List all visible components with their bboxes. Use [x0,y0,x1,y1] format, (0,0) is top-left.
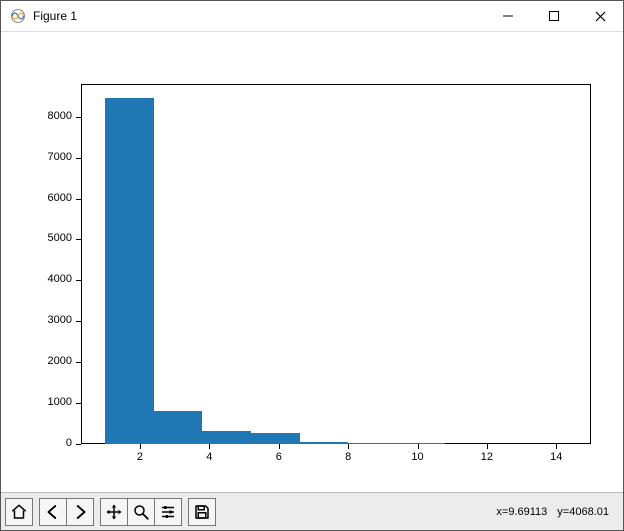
ytick-mark [76,239,81,240]
histogram-bar [348,443,397,444]
coord-x-value: 9.69113 [508,506,547,518]
save-button[interactable] [188,498,216,526]
maximize-button[interactable] [531,1,577,31]
home-button[interactable] [5,498,33,526]
xtick-label: 2 [137,451,143,463]
axes-frame [81,84,591,444]
ytick-label: 1000 [48,396,72,408]
ytick-mark [76,117,81,118]
ytick-label: 0 [66,437,72,449]
ytick-mark [76,444,81,445]
app-icon [9,7,27,25]
histogram-bar [300,442,349,444]
cursor-y-readout: y=4068.01 [557,506,609,518]
xtick-mark [348,444,349,449]
coord-y-label: y= [557,506,569,518]
ytick-mark [76,158,81,159]
histogram-bar [105,98,154,444]
figure-window: Figure 1 0 1000 2000 3000 4000 5000 6000 7000 80… [0,0,624,531]
histogram-bar [251,433,300,444]
xtick-mark [556,444,557,449]
histogram-bar [154,411,203,444]
ytick-label: 5000 [48,232,72,244]
ytick-label: 6000 [48,192,72,204]
xtick-label: 4 [206,451,212,463]
ytick-label: 3000 [48,314,72,326]
ytick-label: 7000 [48,151,72,163]
xtick-label: 10 [411,451,423,463]
ytick-mark [76,199,81,200]
titlebar: Figure 1 [1,1,623,32]
figure-canvas[interactable]: 0 1000 2000 3000 4000 5000 6000 7000 8000 2 4 6 8 10… [1,32,623,492]
xtick-label: 6 [276,451,282,463]
ytick-label: 2000 [48,355,72,367]
xtick-mark [209,444,210,449]
coord-x-label: x= [496,506,508,518]
ytick-mark [76,280,81,281]
xtick-mark [487,444,488,449]
navigation-toolbar: x=9.69113 y=4068.01 [1,492,623,530]
coord-y-value: 4068.01 [569,506,609,518]
ytick-label: 8000 [48,110,72,122]
close-button[interactable] [577,1,623,31]
back-button[interactable] [39,498,67,526]
xtick-label: 14 [550,451,562,463]
cursor-x-readout: x=9.69113 [496,506,547,518]
xtick-mark [279,444,280,449]
xtick-label: 12 [481,451,493,463]
ytick-mark [76,362,81,363]
window-title: Figure 1 [33,9,77,23]
forward-button[interactable] [66,498,94,526]
ytick-mark [76,321,81,322]
xtick-label: 8 [345,451,351,463]
xtick-mark [418,444,419,449]
ytick-label: 4000 [48,273,72,285]
zoom-button[interactable] [127,498,155,526]
histogram-bar [397,443,446,444]
configure-subplots-button[interactable] [154,498,182,526]
histogram-bar [202,431,251,445]
ytick-mark [76,403,81,404]
minimize-button[interactable] [485,1,531,31]
pan-button[interactable] [100,498,128,526]
xtick-mark [140,444,141,449]
